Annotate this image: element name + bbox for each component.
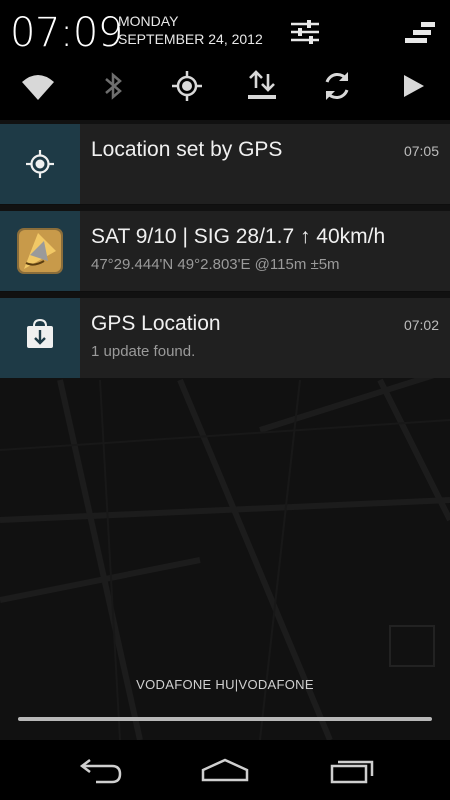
notification-title: Location set by GPS [91,138,283,161]
sync-icon[interactable] [317,66,357,106]
notification-icon-box [0,124,80,204]
wifi-icon[interactable] [18,66,58,106]
store-bag-icon [27,318,53,348]
recents-icon[interactable] [322,750,382,790]
clear-all-icon[interactable] [401,14,437,50]
notification-subtitle: 1 update found. [91,343,196,360]
gps-icon[interactable] [167,66,207,106]
gps-target-icon [26,150,54,178]
notification-icon-box [0,298,80,378]
drag-handle[interactable] [18,717,432,721]
notification-title: SAT 9/10 | SIG 28/1.7 ↑ 40km/h [91,225,386,248]
bluetooth-icon[interactable] [93,66,133,106]
carrier-label: VODAFONE HU|VODAFONE [136,677,314,692]
play-icon[interactable] [393,66,433,106]
settings-sliders-icon[interactable] [287,14,323,50]
day-label: MONDAY [118,13,179,29]
notification-header: 07:09 MONDAY SEPTEMBER 24, 2012 [0,0,450,120]
notification-gps-status[interactable]: SAT 9/10 | SIG 28/1.7 ↑ 40km/h 47°29.444… [0,211,450,291]
divider [0,204,450,205]
navigation-bar [0,740,450,800]
notification-icon-box [0,211,80,291]
clock: 07:09 [10,10,123,56]
date-label: SEPTEMBER 24, 2012 [118,31,263,47]
notification-time: 07:02 [403,317,439,333]
notification-gps-location-update[interactable]: GPS Location 1 update found. 07:02 [0,298,450,378]
notification-title: GPS Location [91,312,221,335]
notification-subtitle: 47°29.444'N 49°2.803'E @115m ±5m [91,256,340,273]
data-icon[interactable] [242,66,282,106]
divider [0,291,450,292]
notification-time: 07:05 [403,143,439,159]
notification-location-gps[interactable]: Location set by GPS 07:05 [0,124,450,204]
back-icon[interactable] [70,750,130,790]
home-icon[interactable] [195,750,255,790]
gps-app-icon [17,228,63,274]
